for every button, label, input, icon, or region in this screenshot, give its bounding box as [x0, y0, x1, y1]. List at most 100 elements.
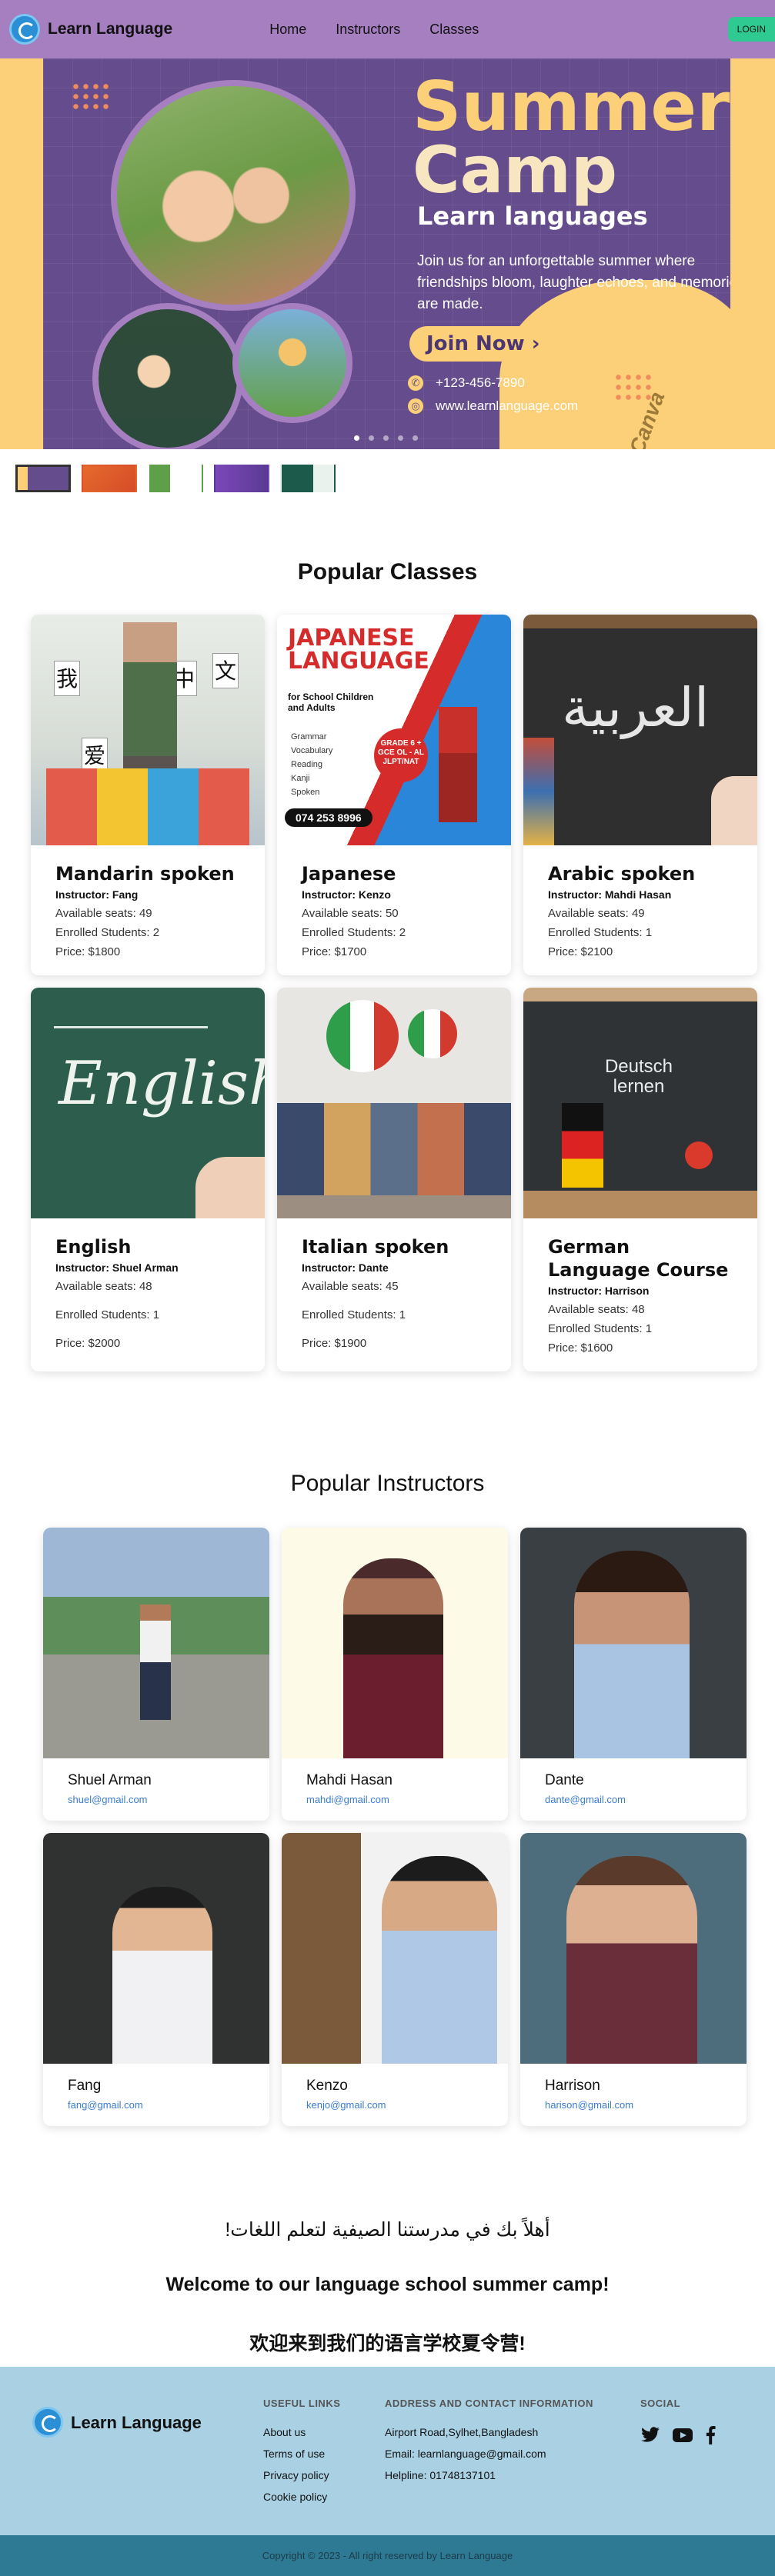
- carousel-thumbnail[interactable]: [280, 465, 336, 492]
- person-figure: [140, 1605, 171, 1720]
- person-figure: [382, 1856, 497, 2064]
- instructor-email[interactable]: fang@gmail.com: [68, 2099, 245, 2111]
- class-instructor: Instructor: Dante: [302, 1261, 389, 1274]
- footer-useful-links-title: USEFUL LINKS: [263, 2398, 341, 2409]
- carousel-dot[interactable]: [383, 435, 389, 441]
- hero-dots-decoration: [71, 82, 111, 111]
- footer-helpline: Helpline: 01748137101: [385, 2469, 496, 2481]
- nav-link-instructors[interactable]: Instructors: [336, 22, 400, 38]
- footer-email: Email: learnlanguage@gmail.com: [385, 2448, 546, 2460]
- hero-phone-text: +123-456-7890: [436, 375, 525, 390]
- class-instructor: Instructor: Fang: [55, 888, 139, 901]
- class-enrolled: Enrolled Students: 1: [548, 1322, 653, 1335]
- class-seats: Available seats: 48: [548, 1303, 645, 1316]
- instructor-photo: [520, 1833, 747, 2064]
- instructor-email[interactable]: shuel@gmail.com: [68, 1794, 245, 1805]
- class-enrolled: Enrolled Students: 1: [548, 926, 653, 939]
- instructor-email[interactable]: dante@gmail.com: [545, 1794, 722, 1805]
- class-card[interactable]: English English Instructor: Shuel Arman …: [31, 988, 265, 1371]
- hero-description: Join us for an unforgettable summer wher…: [417, 253, 730, 312]
- hero-banner: Summer Camp Learn languages Join us for …: [43, 58, 730, 449]
- footer-brand[interactable]: Learn Language: [32, 2398, 263, 2535]
- brand-name: Learn Language: [48, 20, 173, 38]
- instructor-card[interactable]: Harrison harison@gmail.com: [520, 1833, 747, 2126]
- hero-photo-kids-playing: [232, 303, 352, 423]
- class-image-mandarin: 我 中 文 爱: [31, 615, 265, 845]
- class-title: Arabic spoken: [548, 863, 696, 885]
- nav-link-classes[interactable]: Classes: [429, 22, 479, 38]
- instructor-card[interactable]: Fang fang@gmail.com: [43, 1833, 269, 2126]
- footer-link-terms[interactable]: Terms of use: [263, 2448, 385, 2460]
- carousel-indicators: [354, 435, 418, 441]
- instructor-email[interactable]: harison@gmail.com: [545, 2099, 722, 2111]
- instructor-card[interactable]: Kenzo kenjo@gmail.com: [282, 1833, 508, 2126]
- instructor-card[interactable]: Mahdi Hasan mahdi@gmail.com: [282, 1528, 508, 1821]
- apple-figure: [685, 1141, 713, 1169]
- students-group: [277, 1103, 511, 1195]
- class-image-german: Deutsch lernen: [523, 988, 757, 1218]
- class-title: Italian spoken: [302, 1236, 449, 1258]
- class-title: German Language Course: [548, 1236, 729, 1281]
- class-instructor: Instructor: Mahdi Hasan: [548, 888, 672, 901]
- class-card[interactable]: JAPANESE LANGUAGE for School Children an…: [277, 615, 511, 975]
- instructor-photo: [282, 1528, 508, 1758]
- footer-contact: ADDRESS AND CONTACT INFORMATION Airport …: [385, 2398, 640, 2535]
- instructor-card[interactable]: Dante dante@gmail.com: [520, 1528, 747, 1821]
- carousel-thumbnail[interactable]: [15, 465, 71, 492]
- class-card[interactable]: 我 中 文 爱 Mandarin spoken Instructor: Fang…: [31, 615, 265, 975]
- class-seats: Available seats: 49: [548, 907, 645, 920]
- german-book: [562, 1103, 603, 1188]
- hero-subtitle: Learn languages: [417, 202, 648, 231]
- hero-title-summer: Summer: [413, 67, 730, 146]
- instructor-name: Mahdi Hasan: [306, 1772, 393, 1788]
- class-title: English: [55, 1236, 132, 1258]
- facebook-icon[interactable]: [705, 2426, 716, 2444]
- class-enrolled: Enrolled Students: 1: [302, 1308, 406, 1321]
- hero-website: ◎ www.learnlanguage.com: [408, 398, 578, 414]
- nav-links: Home Instructors Classes: [269, 22, 479, 38]
- carousel-thumbnail[interactable]: [82, 465, 137, 492]
- join-now-button[interactable]: Join Now ›: [409, 326, 562, 362]
- welcome-section: أهلاً بك في مدرستنا الصيفية لتعلم اللغات…: [0, 2218, 775, 2356]
- twitter-icon[interactable]: [640, 2427, 660, 2444]
- hero-phone: ✆ +123-456-7890: [408, 375, 525, 391]
- footer-link-about[interactable]: About us: [263, 2426, 385, 2438]
- youtube-icon[interactable]: [673, 2428, 693, 2443]
- class-card[interactable]: Italian spoken Instructor: Dante Availab…: [277, 988, 511, 1371]
- carousel-dot[interactable]: [354, 435, 359, 441]
- instructor-email[interactable]: kenjo@gmail.com: [306, 2099, 483, 2111]
- class-card[interactable]: العربية Arabic spoken Instructor: Mahdi …: [523, 615, 757, 975]
- instructor-name: Kenzo: [306, 2078, 348, 2094]
- globe-icon: ◎: [408, 398, 423, 414]
- class-enrolled: Enrolled Students: 1: [55, 1308, 160, 1321]
- instructor-card[interactable]: Shuel Arman shuel@gmail.com: [43, 1528, 269, 1821]
- instructor-email[interactable]: mahdi@gmail.com: [306, 1794, 483, 1805]
- carousel-thumbnail[interactable]: [214, 465, 269, 492]
- carousel-dot[interactable]: [398, 435, 403, 441]
- welcome-chinese: 欢迎来到我们的语言学校夏令营!: [249, 2333, 526, 2354]
- carousel-thumbnail[interactable]: [148, 465, 203, 492]
- navbar: Learn Language Home Instructors Classes …: [0, 0, 775, 58]
- brand[interactable]: Learn Language: [9, 14, 172, 45]
- japanese-list-item: Grammar: [291, 732, 327, 741]
- carousel-thumbnails: [0, 465, 775, 492]
- hand-figure: [195, 1157, 265, 1218]
- class-card[interactable]: Deutsch lernen German Language Course In…: [523, 988, 757, 1371]
- class-title: Japanese: [302, 863, 396, 885]
- footer-address: Airport Road,Sylhet,Bangladesh: [385, 2426, 539, 2438]
- footer-link-privacy[interactable]: Privacy policy: [263, 2469, 385, 2481]
- footer-link-cookie[interactable]: Cookie policy: [263, 2491, 385, 2503]
- japanese-phone-badge: 074 253 8996: [285, 808, 372, 827]
- japanese-list-item: Kanji: [291, 774, 310, 783]
- welcome-english: Welcome to our language school summer ca…: [165, 2274, 610, 2295]
- instructor-photo: [43, 1833, 269, 2064]
- footer-social: SOCIAL: [640, 2398, 716, 2535]
- carousel-dot[interactable]: [369, 435, 374, 441]
- class-price: Price: $2000: [55, 1337, 121, 1350]
- class-price: Price: $1900: [302, 1337, 367, 1350]
- login-button[interactable]: LOGIN: [727, 17, 775, 42]
- class-image-japanese: JAPANESE LANGUAGE for School Children an…: [277, 615, 511, 845]
- logo-icon: [9, 14, 40, 45]
- carousel-dot[interactable]: [413, 435, 418, 441]
- nav-link-home[interactable]: Home: [269, 22, 306, 38]
